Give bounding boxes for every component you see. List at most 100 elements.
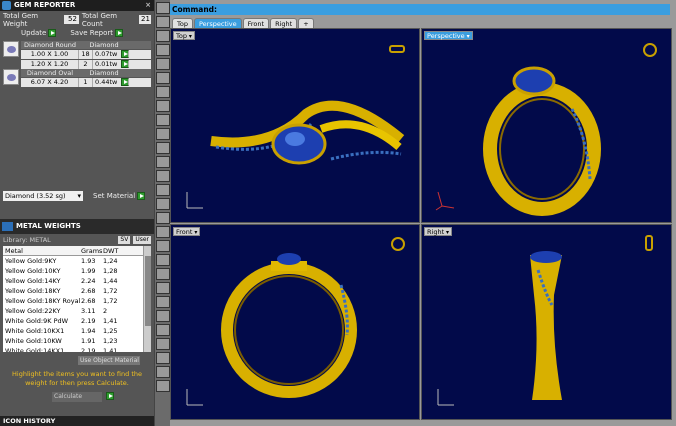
total-count-label: Total Gem Count (81, 11, 118, 28)
toolbar-button[interactable] (156, 366, 170, 378)
toolbar-button[interactable] (156, 184, 170, 196)
metal-weights-panel: METAL WEIGHTS Library: METAL SV User Met… (0, 219, 154, 415)
viewport-front[interactable]: Front (170, 224, 420, 420)
metal-row[interactable]: Yellow Gold:9KY 1.93 1,24 (3, 256, 151, 266)
toolbar-button[interactable] (156, 114, 170, 126)
toolbar-button[interactable] (156, 86, 170, 98)
gem-round-icon (3, 41, 19, 57)
toolbar-button[interactable] (156, 16, 170, 28)
metal-row[interactable]: Yellow Gold:18KY 2.68 1,72 (3, 286, 151, 296)
gem-row: 6.07 X 4.20 1 0.44tw (21, 78, 151, 87)
metal-row[interactable]: Yellow Gold:18KY Royal 2.68 1,72 (3, 296, 151, 306)
toolbar-button[interactable] (156, 352, 170, 364)
user-button[interactable]: User (133, 236, 151, 244)
axis-gizmo (437, 389, 454, 406)
toolbar-button[interactable] (156, 296, 170, 308)
toolbar-button[interactable] (156, 226, 170, 238)
toolbar-button[interactable] (156, 142, 170, 154)
toolbar-button[interactable] (156, 44, 170, 56)
toolbar-button[interactable] (156, 282, 170, 294)
ring-right-view (530, 251, 562, 400)
toolbar-button[interactable] (156, 310, 170, 322)
gem-oval-icon (3, 69, 19, 85)
update-label: Update (21, 28, 47, 37)
axis-gizmo (435, 191, 455, 211)
toolbar-button[interactable] (156, 324, 170, 336)
metal-row[interactable]: Yellow Gold:22KY 3.11 2 (3, 306, 151, 316)
total-weight-label: Total Gem Weight (3, 11, 39, 28)
toolbar-button[interactable] (156, 156, 170, 168)
toolbar-button[interactable] (156, 198, 170, 210)
sv-button[interactable]: SV (118, 236, 131, 244)
metal-table: Metal Grams DWT Yellow Gold:9KY 1.93 1,24 Y… (3, 246, 151, 352)
set-material-label: Set Material (93, 192, 136, 200)
set-material-button[interactable] (137, 192, 146, 200)
save-report-button[interactable] (114, 28, 123, 37)
total-weight-value: 52 (63, 15, 79, 24)
gem-item[interactable]: Diamond Round Diamond 1.00 X 1.00 18 0.0… (0, 39, 154, 69)
gem-row-button[interactable] (121, 60, 129, 68)
gem-reporter-title: GEM REPORTER × (0, 0, 154, 11)
metal-weights-title: METAL WEIGHTS (0, 219, 154, 234)
view-tabs: Top Perspective Front Right + (172, 18, 315, 28)
ring-front-view (221, 253, 357, 398)
command-line[interactable]: Command: (170, 4, 670, 15)
toolbar-button[interactable] (156, 268, 170, 280)
toolbar-button[interactable] (156, 338, 170, 350)
tab-right[interactable]: Right (270, 18, 298, 28)
close-icon[interactable]: × (145, 0, 151, 11)
metal-row[interactable]: Yellow Gold:14KY 2.24 1,44 (3, 276, 151, 286)
scroll-thumb[interactable] (145, 256, 151, 326)
toolbar-button[interactable] (156, 58, 170, 70)
save-report-label: Save Report (70, 28, 113, 37)
library-row: Library: METAL SV User (0, 234, 154, 246)
metal-row[interactable]: White Gold:9K PdW 2.19 1,41 (3, 316, 151, 326)
axis-gizmo (186, 192, 203, 209)
ring-perspective-view (483, 66, 601, 216)
viewport-top[interactable]: Top (170, 28, 420, 223)
calculate-button[interactable] (106, 392, 114, 400)
total-count-value: 21 (139, 15, 152, 24)
gem-item[interactable]: Diamond Oval Diamond 6.07 X 4.20 1 0.44t… (0, 67, 154, 95)
metal-rows: Yellow Gold:9KY 1.93 1,24 Yellow Gold:10KY 1… (3, 256, 151, 352)
viewport-right[interactable]: Right (421, 224, 672, 420)
calculate-field[interactable]: Calculate (52, 392, 114, 402)
tab-front[interactable]: Front (242, 18, 270, 28)
toolbar-button[interactable] (156, 380, 170, 392)
toolbar-button[interactable] (156, 100, 170, 112)
toolbar-button[interactable] (156, 170, 170, 182)
metal-row[interactable]: Yellow Gold:10KY 1.99 1,28 (3, 266, 151, 276)
tab-perspective[interactable]: Perspective (193, 18, 242, 28)
metal-table-scrollbar[interactable] (143, 246, 151, 352)
toolbar-button[interactable] (156, 240, 170, 252)
toolbar-button[interactable] (156, 72, 170, 84)
icon-history-title: ICON HISTORY (0, 416, 154, 426)
toolbar-button[interactable] (156, 30, 170, 42)
gem-reporter-icon (2, 1, 11, 10)
metal-row[interactable]: White Gold:14KX1 2.19 1,41 (3, 346, 151, 352)
metal-weights-icon (2, 222, 13, 231)
toolbar-button[interactable] (156, 212, 170, 224)
tab-top[interactable]: Top (172, 18, 193, 28)
toolbar-button[interactable] (156, 2, 170, 14)
metal-row[interactable]: White Gold:10KW 1.91 1,23 (3, 336, 151, 346)
gem-row-button[interactable] (121, 50, 129, 58)
material-select[interactable]: Diamond (3.52 sg) (3, 191, 83, 201)
toolbar-button[interactable] (156, 254, 170, 266)
use-object-material-select[interactable]: Use Object Material (78, 356, 140, 365)
gem-list: Diamond Round Diamond 1.00 X 1.00 18 0.0… (0, 39, 154, 189)
calculate-note: Highlight the items you want to find the… (12, 370, 142, 387)
add-tab-button[interactable]: + (298, 18, 314, 28)
metal-row[interactable]: White Gold:10KX1 1.94 1,25 (3, 326, 151, 336)
viewport-perspective[interactable]: Perspective (421, 28, 672, 223)
material-row: Diamond (3.52 sg) Set Material (0, 189, 154, 203)
library-label: Library: METAL (3, 236, 51, 244)
panel-toolbar (154, 0, 170, 426)
gem-row-button[interactable] (121, 78, 129, 86)
axis-gizmo (186, 389, 203, 406)
update-button[interactable] (48, 28, 57, 37)
report-buttons-row: Update Save Report (0, 26, 154, 39)
metal-table-header: Metal Grams DWT (3, 246, 151, 256)
toolbar-button[interactable] (156, 128, 170, 140)
gem-totals-row: Total Gem Weight 52 Total Gem Count 21 (0, 11, 154, 28)
